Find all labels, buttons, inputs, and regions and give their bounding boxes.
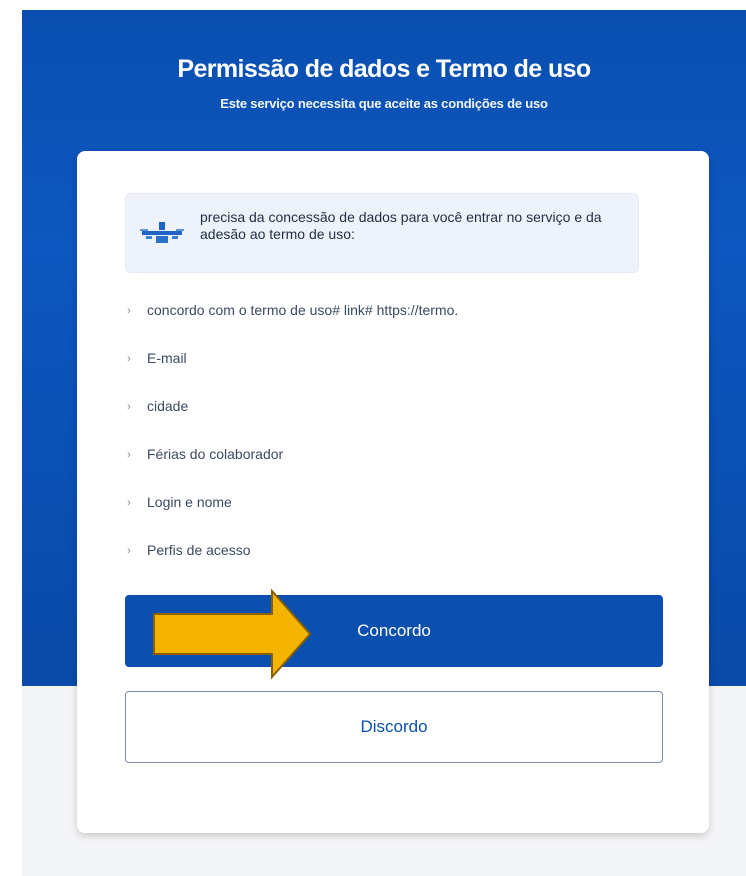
chevron-right-icon: ›: [127, 353, 131, 365]
permission-item: › cidade: [125, 397, 645, 445]
consent-card: precisa da concessão de dados para você …: [77, 151, 709, 833]
chevron-right-icon: ›: [127, 305, 131, 317]
annotation-arrow-icon: [153, 589, 312, 679]
page-title: Permissão de dados e Termo de uso: [177, 55, 591, 83]
permission-label: concordo com o termo de uso# link# https…: [147, 302, 459, 318]
gov-logo-icon: [140, 222, 184, 243]
permission-label: Perfis de acesso: [147, 542, 251, 558]
permission-item: › Perfis de acesso: [125, 541, 645, 589]
chevron-right-icon: ›: [127, 401, 131, 413]
permission-label: Login e nome: [147, 494, 232, 510]
chevron-right-icon: ›: [127, 497, 131, 509]
permission-label: Férias do colaborador: [147, 446, 284, 462]
permission-item: › E-mail: [125, 349, 645, 397]
permission-label: E-mail: [147, 350, 187, 366]
permission-item: › concordo com o termo de uso# link# http…: [125, 301, 645, 349]
disagree-button[interactable]: Discordo: [125, 691, 663, 763]
permission-list: › concordo com o termo de uso# link# http…: [125, 301, 645, 589]
permission-label: cidade: [147, 398, 189, 414]
permission-item: › Férias do colaborador: [125, 445, 645, 493]
page-subtitle: Este serviço necessita que aceite as con…: [220, 96, 548, 111]
consent-notice: precisa da concessão de dados para você …: [125, 193, 639, 273]
header: Permissão de dados e Termo de uso Este s…: [22, 55, 746, 111]
chevron-right-icon: ›: [127, 449, 131, 461]
page: Permissão de dados e Termo de uso Este s…: [0, 0, 746, 876]
permission-item: › Login e nome: [125, 493, 645, 541]
consent-notice-text: precisa da concessão de dados para você …: [200, 209, 602, 242]
chevron-right-icon: ›: [127, 545, 131, 557]
